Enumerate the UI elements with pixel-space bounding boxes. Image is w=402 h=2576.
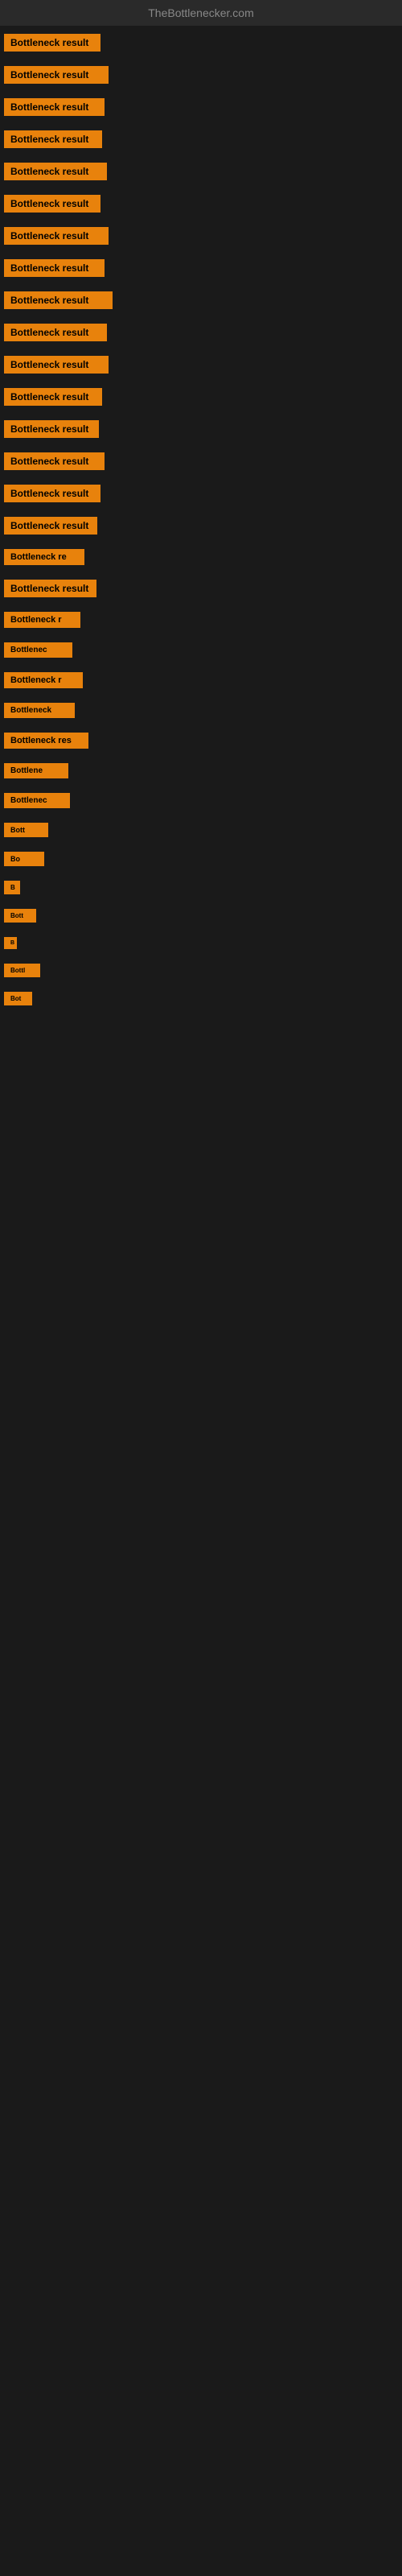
bottleneck-badge[interactable]: Bottleneck result bbox=[4, 324, 107, 341]
bottleneck-badge[interactable]: Bottleneck result bbox=[4, 356, 109, 374]
bottleneck-badge[interactable]: Bo bbox=[4, 852, 44, 866]
content-area: Bottleneck result Bottleneck result Bottle… bbox=[0, 26, 402, 1028]
list-item[interactable]: Bottleneck result bbox=[4, 324, 398, 341]
bottleneck-badge[interactable]: Bottleneck result bbox=[4, 98, 105, 116]
list-item[interactable]: Bottleneck result bbox=[4, 356, 398, 374]
bottleneck-badge[interactable]: Bottleneck result bbox=[4, 34, 100, 52]
bottleneck-badge[interactable]: Bottleneck result bbox=[4, 485, 100, 502]
list-item[interactable]: Bottleneck r bbox=[4, 672, 398, 688]
bottleneck-badge[interactable]: B bbox=[4, 937, 17, 949]
bottleneck-badge[interactable]: Bottlene bbox=[4, 763, 68, 778]
bottleneck-badge[interactable]: Bottleneck result bbox=[4, 580, 96, 597]
bottleneck-badge[interactable]: Bottleneck result bbox=[4, 420, 99, 438]
list-item[interactable]: Bottlenec bbox=[4, 793, 398, 808]
bottleneck-badge[interactable]: Bott bbox=[4, 823, 48, 837]
list-item[interactable]: Bo bbox=[4, 852, 398, 866]
list-item[interactable]: Bottleneck bbox=[4, 703, 398, 718]
bottleneck-badge[interactable]: Bottleneck result bbox=[4, 195, 100, 213]
bottleneck-badge[interactable]: Bottlenec bbox=[4, 642, 72, 658]
bottleneck-badge[interactable]: Bottleneck r bbox=[4, 672, 83, 688]
list-item[interactable]: Bottleneck result bbox=[4, 163, 398, 180]
bottleneck-badge[interactable]: Bottleneck result bbox=[4, 66, 109, 84]
list-item[interactable]: Bottleneck res bbox=[4, 733, 398, 749]
list-item[interactable]: Bottleneck result bbox=[4, 452, 398, 470]
bottleneck-badge[interactable]: Bottleneck result bbox=[4, 259, 105, 277]
list-item[interactable]: Bott bbox=[4, 909, 398, 923]
list-item[interactable]: Bottleneck result bbox=[4, 227, 398, 245]
site-title-bar: TheBottlenecker.com bbox=[0, 0, 402, 26]
bottleneck-badge[interactable]: Bottleneck re bbox=[4, 549, 84, 565]
list-item[interactable]: Bottleneck result bbox=[4, 485, 398, 502]
list-item[interactable]: Bottlene bbox=[4, 763, 398, 778]
list-item[interactable]: Bottleneck re bbox=[4, 549, 398, 565]
list-item[interactable]: Bottleneck result bbox=[4, 420, 398, 438]
site-title: TheBottlenecker.com bbox=[0, 0, 402, 26]
bottleneck-badge[interactable]: Bottleneck result bbox=[4, 388, 102, 406]
list-item[interactable]: Bottleneck result bbox=[4, 388, 398, 406]
list-item[interactable]: Bottlenec bbox=[4, 642, 398, 658]
list-item[interactable]: Bottleneck r bbox=[4, 612, 398, 628]
list-item[interactable]: Bottleneck result bbox=[4, 34, 398, 52]
list-item[interactable]: Bottleneck result bbox=[4, 195, 398, 213]
bottleneck-badge[interactable]: B bbox=[4, 881, 20, 894]
list-item[interactable]: Bottleneck result bbox=[4, 130, 398, 148]
list-item[interactable]: Bottleneck result bbox=[4, 517, 398, 535]
bottleneck-badge[interactable]: Bot bbox=[4, 992, 32, 1005]
bottleneck-badge[interactable]: Bottleneck result bbox=[4, 227, 109, 245]
list-item[interactable]: Bottleneck result bbox=[4, 259, 398, 277]
bottleneck-badge[interactable]: Bottlenec bbox=[4, 793, 70, 808]
bottleneck-badge[interactable]: Bottl bbox=[4, 964, 40, 977]
list-item[interactable]: Bottleneck result bbox=[4, 291, 398, 309]
bottleneck-badge[interactable]: Bottleneck result bbox=[4, 291, 113, 309]
list-item[interactable]: Bot bbox=[4, 992, 398, 1005]
bottleneck-badge[interactable]: Bottleneck result bbox=[4, 163, 107, 180]
bottleneck-badge[interactable]: Bottleneck bbox=[4, 703, 75, 718]
list-item[interactable]: Bottleneck result bbox=[4, 66, 398, 84]
list-item[interactable]: Bottleneck result bbox=[4, 98, 398, 116]
list-item[interactable]: B bbox=[4, 881, 398, 894]
list-item[interactable]: Bottl bbox=[4, 964, 398, 977]
bottleneck-badge[interactable]: Bottleneck r bbox=[4, 612, 80, 628]
bottleneck-badge[interactable]: Bottleneck result bbox=[4, 130, 102, 148]
bottleneck-badge[interactable]: Bottleneck result bbox=[4, 517, 97, 535]
list-item[interactable]: B bbox=[4, 937, 398, 949]
list-item[interactable]: Bottleneck result bbox=[4, 580, 398, 597]
bottleneck-badge[interactable]: Bottleneck result bbox=[4, 452, 105, 470]
bottleneck-badge[interactable]: Bott bbox=[4, 909, 36, 923]
bottleneck-badge[interactable]: Bottleneck res bbox=[4, 733, 88, 749]
list-item[interactable]: Bott bbox=[4, 823, 398, 837]
